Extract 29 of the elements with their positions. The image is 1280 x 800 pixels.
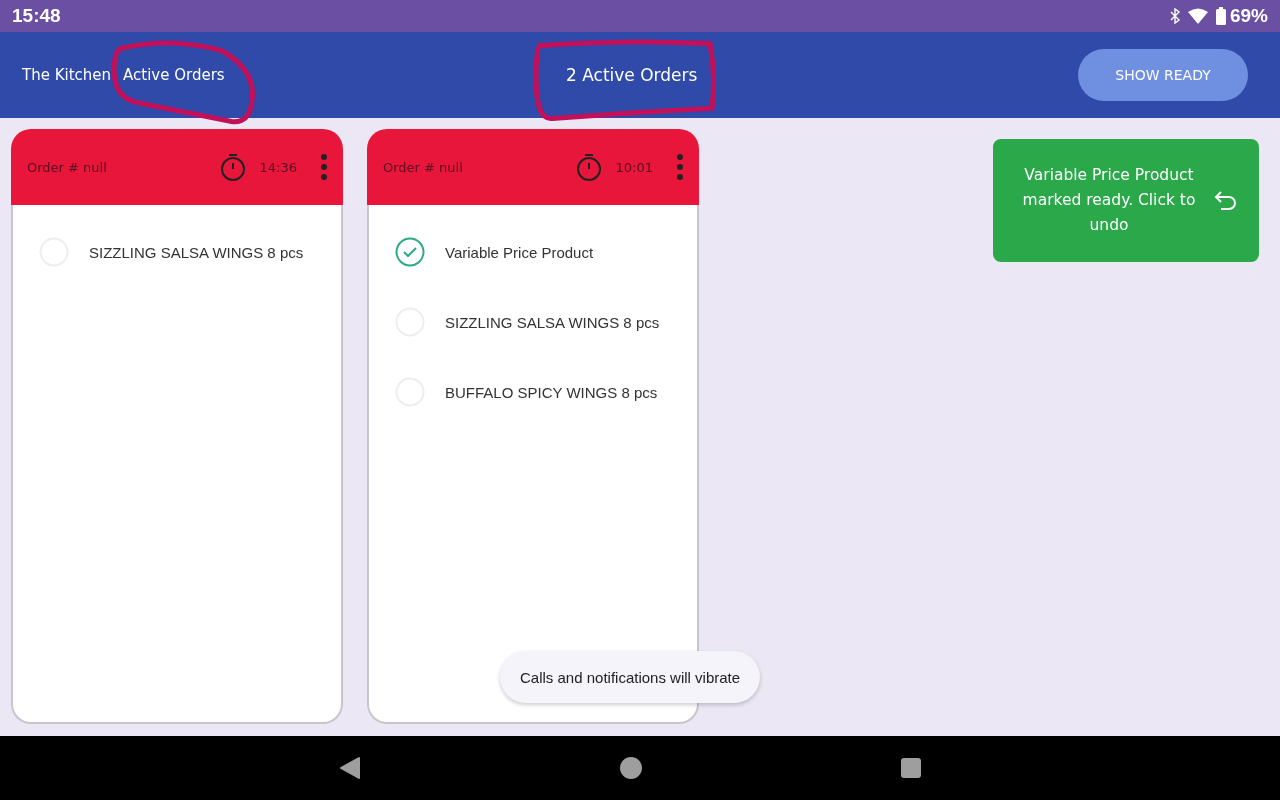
order-number: Order # null <box>383 159 464 175</box>
more-options-icon[interactable] <box>321 154 327 180</box>
active-orders-count: 2 Active Orders <box>566 65 698 85</box>
back-icon[interactable] <box>339 756 361 780</box>
order-item-name: BUFFALO SPICY WINGS 8 pcs <box>445 383 658 401</box>
undo-notification[interactable]: Variable Price Product marked ready. Click to undo <box>993 139 1259 262</box>
stopwatch-icon <box>575 153 602 181</box>
order-item-name: Variable Price Product <box>445 243 594 261</box>
stopwatch-icon <box>219 153 246 181</box>
undo-icon <box>1213 189 1239 212</box>
more-options-icon[interactable] <box>677 154 683 180</box>
order-item-name: SIZZLING SALSA WINGS 8 pcs <box>445 313 660 331</box>
wifi-icon <box>1187 8 1208 24</box>
notification-text: Variable Price Product marked ready. Click to undo <box>1021 165 1197 236</box>
order-item-name: SIZZLING SALSA WINGS 8 pcs <box>89 243 304 261</box>
battery-percentage: 69% <box>1229 5 1268 27</box>
battery-icon <box>1215 7 1226 25</box>
clock-time: 15:48 <box>12 5 61 27</box>
app-title: The Kitchen <box>22 66 112 84</box>
page-title: Active Orders <box>123 66 225 84</box>
recents-icon[interactable] <box>901 758 921 778</box>
home-icon[interactable] <box>619 756 643 780</box>
toast-message: Calls and notifications will vibrate <box>500 651 761 703</box>
checkbox-circle[interactable] <box>395 237 425 267</box>
order-number: Order # null <box>27 159 108 175</box>
show-ready-button[interactable]: SHOW READY <box>1078 49 1248 101</box>
order-timer: 14:36 <box>259 159 297 175</box>
bluetooth-icon <box>1169 8 1180 24</box>
order-timer: 10:01 <box>615 159 653 175</box>
